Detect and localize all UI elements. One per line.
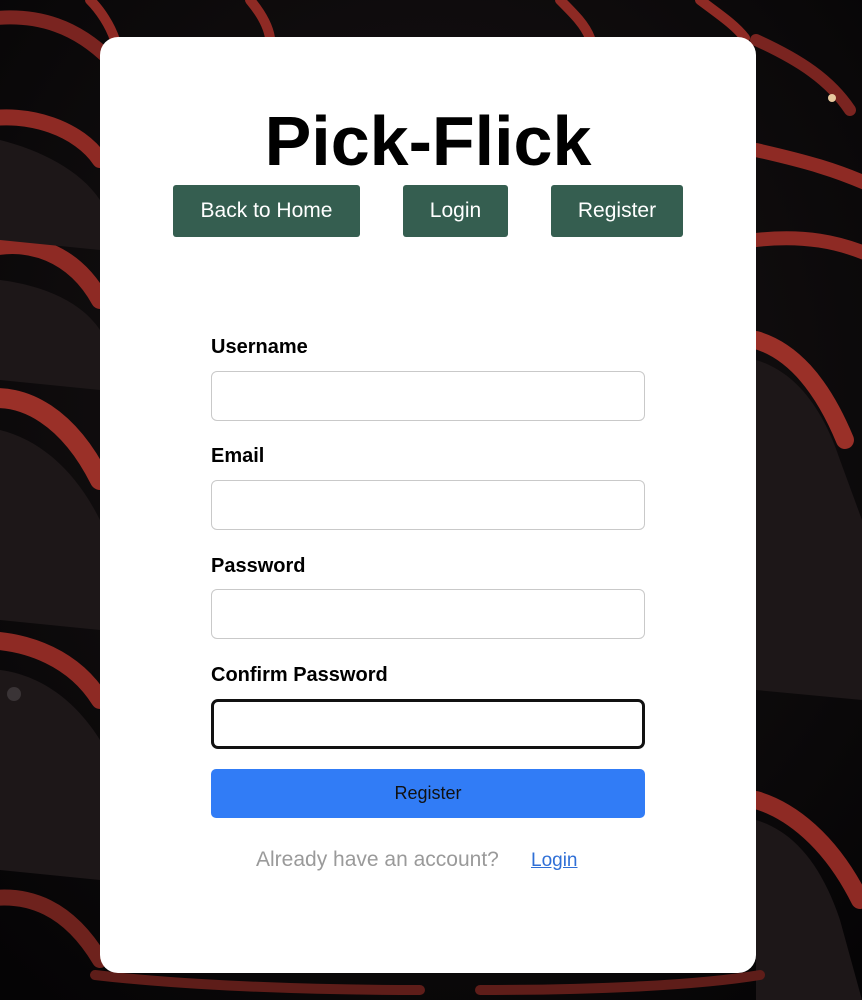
password-input[interactable]: [211, 589, 645, 639]
username-label: Username: [211, 336, 308, 358]
app-title: Pick-Flick: [264, 102, 592, 180]
email-label: Email: [211, 445, 265, 467]
login-link[interactable]: Login: [531, 848, 578, 874]
register-card: Pick-Flick Back to Home Login Register U…: [100, 37, 756, 973]
password-label: Password: [211, 555, 306, 577]
back-to-home-button[interactable]: Back to Home: [173, 185, 360, 237]
register-submit-button[interactable]: Register: [211, 769, 645, 818]
confirm-password-label: Confirm Password: [211, 664, 388, 686]
already-have-account-text: Already have an account?: [256, 848, 499, 871]
email-input[interactable]: [211, 480, 645, 530]
username-input[interactable]: [211, 371, 645, 421]
nav-login-button[interactable]: Login: [403, 185, 508, 237]
nav-register-button[interactable]: Register: [551, 185, 683, 237]
confirm-password-input[interactable]: [211, 699, 645, 749]
